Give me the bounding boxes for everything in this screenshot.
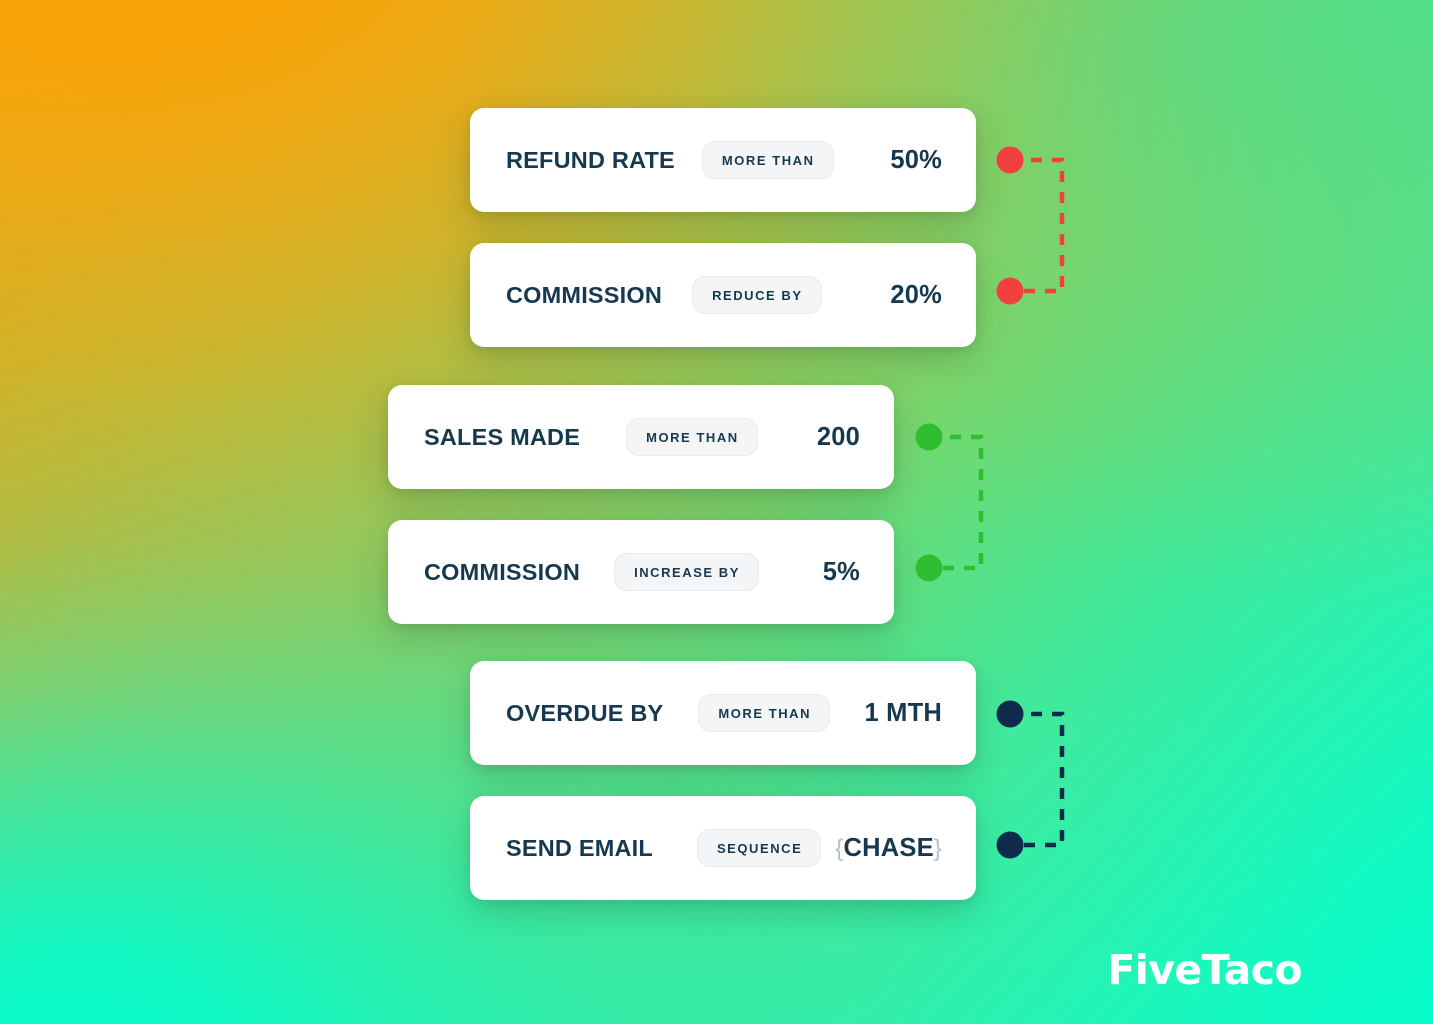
rule-value[interactable]: 1 MTH: [865, 699, 943, 728]
connector-green-dot-top: [915, 423, 943, 451]
rule-label: SEND EMAIL: [506, 834, 653, 861]
rule-operator-pill[interactable]: MORE THAN: [626, 418, 758, 456]
rule-card-content: SALES MADE MORE THAN 200: [388, 418, 894, 456]
rule-operator-pill[interactable]: MORE THAN: [701, 141, 834, 179]
rule-card-content: COMMISSION REDUCE BY 20%: [470, 276, 976, 314]
rule-card-content: SEND EMAIL SEQUENCE {CHASE}: [470, 829, 976, 867]
rule-card-commission-reduce[interactable]: COMMISSION REDUCE BY 20%: [470, 243, 976, 347]
connector-red: [992, 142, 1084, 328]
connector-red-dot-bottom: [996, 277, 1024, 305]
brace-close: }: [933, 834, 942, 862]
rule-value[interactable]: 5%: [823, 558, 860, 587]
connector-green-path: [929, 434, 984, 571]
connector-green: [911, 419, 1003, 605]
rule-value[interactable]: 50%: [890, 146, 942, 175]
rule-value: CHASE: [843, 833, 934, 862]
rule-card-sales-made[interactable]: SALES MADE MORE THAN 200: [388, 385, 894, 489]
rule-card-commission-increase[interactable]: COMMISSION INCREASE BY 5%: [388, 520, 894, 624]
rule-label: COMMISSION: [506, 281, 663, 308]
connector-red-path: [1010, 157, 1065, 294]
rule-label: COMMISSION: [424, 558, 581, 585]
rule-value[interactable]: 20%: [890, 281, 942, 310]
rule-label: OVERDUE BY: [506, 699, 664, 726]
rule-card-content: REFUND RATE MORE THAN 50%: [470, 141, 976, 179]
rule-value[interactable]: 200: [817, 423, 860, 452]
connector-red-dot-top: [996, 146, 1024, 174]
rule-operator-pill[interactable]: MORE THAN: [698, 694, 831, 732]
rule-label: SALES MADE: [424, 423, 581, 450]
rule-card-overdue-by[interactable]: OVERDUE BY MORE THAN 1 MTH: [470, 661, 976, 765]
rule-card-send-email[interactable]: SEND EMAIL SEQUENCE {CHASE}: [470, 796, 976, 900]
connector-navy-dot-top: [996, 700, 1024, 728]
rule-value-template[interactable]: {CHASE}: [835, 834, 942, 863]
brace-open: {: [835, 834, 844, 862]
diagram-canvas: REFUND RATE MORE THAN 50% COMMISSION RED…: [0, 0, 1433, 1024]
connector-navy-dot-bottom: [996, 831, 1024, 859]
rule-card-content: COMMISSION INCREASE BY 5%: [388, 553, 894, 591]
rule-operator-pill[interactable]: INCREASE BY: [614, 553, 759, 591]
rule-label: REFUND RATE: [506, 146, 675, 173]
connector-navy: [992, 696, 1084, 882]
rule-card-content: OVERDUE BY MORE THAN 1 MTH: [470, 694, 976, 732]
connector-navy-path: [1010, 711, 1065, 848]
rule-card-refund-rate[interactable]: REFUND RATE MORE THAN 50%: [470, 108, 976, 212]
rule-operator-pill[interactable]: SEQUENCE: [696, 829, 822, 867]
rule-operator-pill[interactable]: REDUCE BY: [692, 276, 822, 314]
fivetaco-logo: FiveTaco: [1107, 946, 1302, 994]
connector-green-dot-bottom: [915, 554, 943, 582]
